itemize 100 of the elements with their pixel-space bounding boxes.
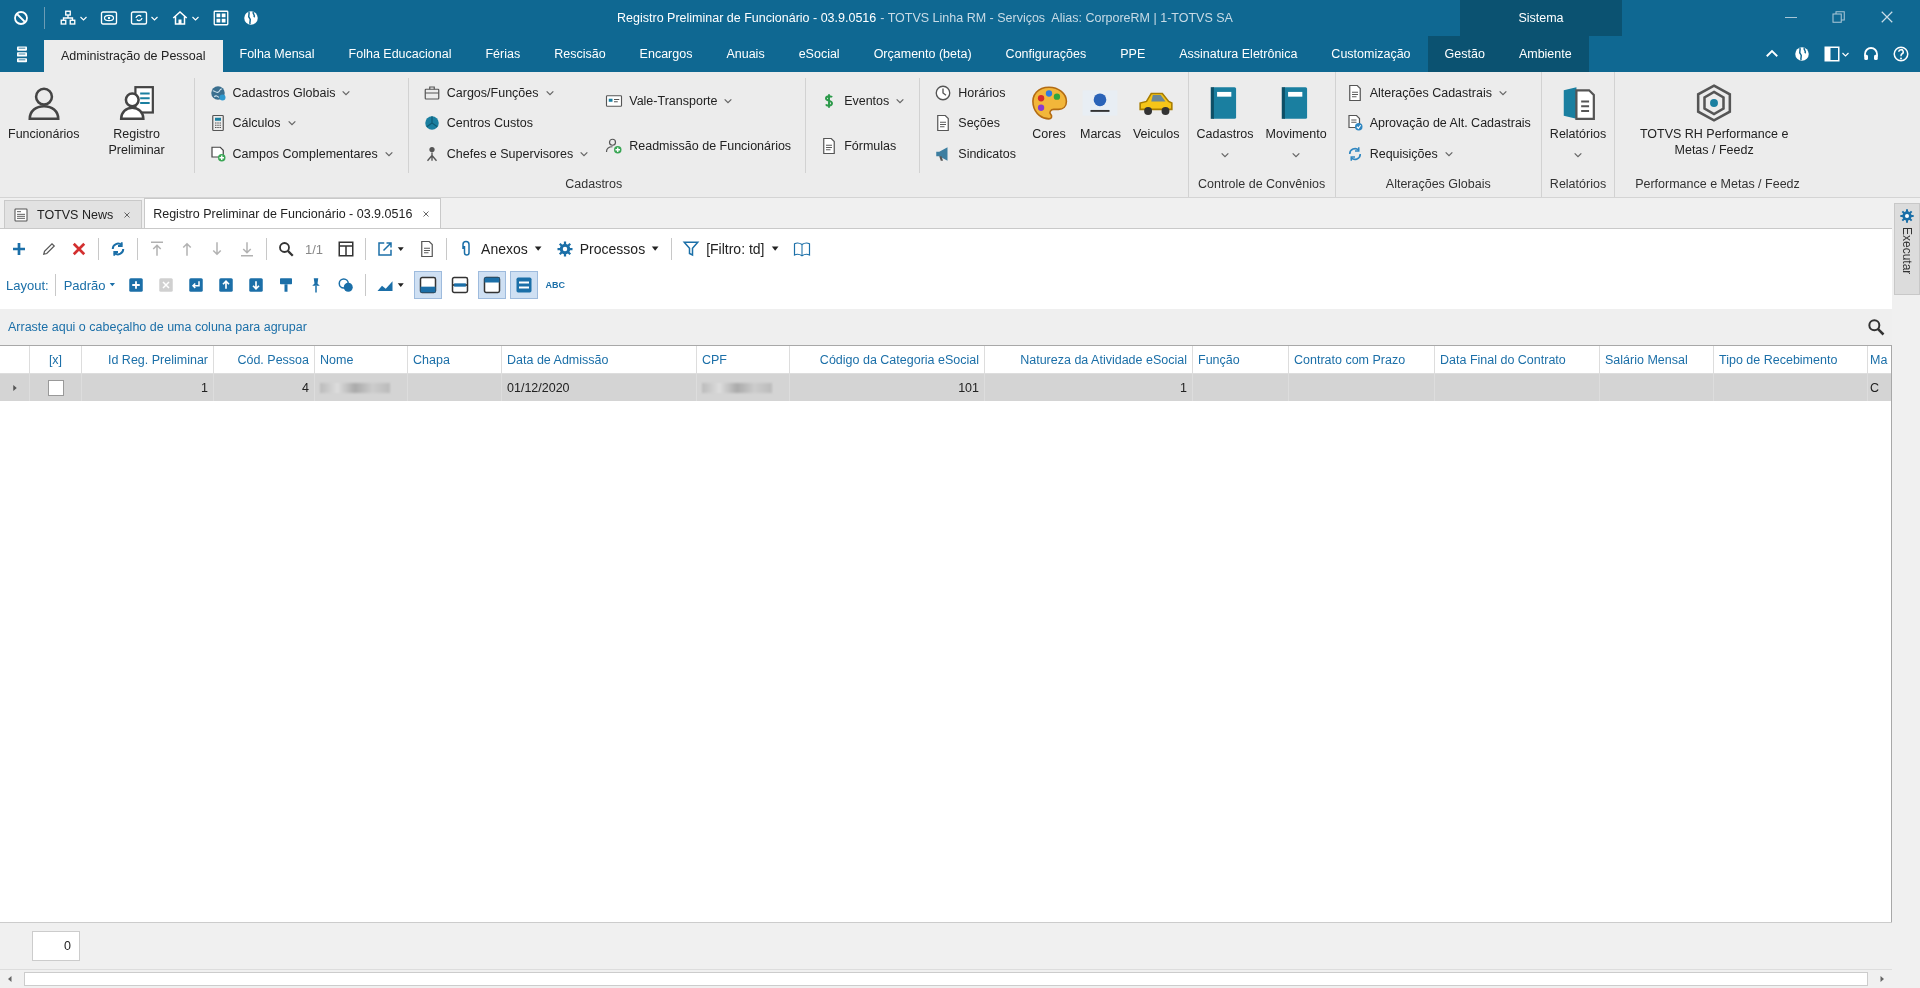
layout-top-button[interactable] bbox=[477, 271, 506, 299]
minimize-icon bbox=[1782, 15, 1800, 19]
ribbon-button[interactable]: Alterações Cadastrais bbox=[1343, 82, 1533, 105]
toolbar-menu-button[interactable]: [Filtro: td] bbox=[678, 237, 785, 261]
panel-button[interactable] bbox=[1823, 45, 1850, 63]
record-count: 0 bbox=[32, 931, 80, 961]
tab-label: Registro Preliminar de Funcionário - 03.9.0516 bbox=[153, 206, 413, 221]
menu-tab[interactable]: PPE bbox=[1103, 36, 1163, 72]
ribbon-button[interactable]: Cadastros Globais bbox=[206, 82, 396, 105]
support-button[interactable] bbox=[1862, 45, 1880, 63]
menu-tab[interactable]: Ambiente bbox=[1501, 36, 1589, 72]
document-tab[interactable]: TOTVS News bbox=[4, 200, 143, 228]
menu-tab[interactable]: Folha Educacional bbox=[331, 36, 469, 72]
ribbon-button[interactable]: Eventos bbox=[818, 89, 908, 112]
ribbon-button[interactable]: Cálculos bbox=[206, 112, 396, 135]
circle-slash-icon bbox=[12, 9, 30, 27]
news-icon bbox=[13, 206, 29, 223]
ribbon-button[interactable]: Fórmulas bbox=[818, 135, 908, 158]
menu-tab[interactable]: Orçamento (beta) bbox=[856, 36, 989, 72]
scrollbar-thumb[interactable] bbox=[24, 972, 1868, 986]
toolbar-menu-button[interactable]: Processos bbox=[551, 237, 666, 261]
ribbon-button[interactable]: Seções bbox=[932, 112, 1018, 135]
side-panel-tab[interactable]: Executar bbox=[1894, 203, 1920, 295]
menu-tab[interactable]: Férias bbox=[468, 36, 538, 72]
book-icon bbox=[792, 240, 811, 258]
grid-window-icon bbox=[212, 9, 230, 27]
ribbon-button[interactable]: Chefes e Supervisores bbox=[420, 142, 592, 165]
text-style-button[interactable]: ABC bbox=[541, 276, 570, 294]
column-header[interactable]: Nome bbox=[315, 346, 408, 373]
menu-tab[interactable]: Administração de Pessoal bbox=[44, 40, 223, 72]
menu-tab[interactable]: Gestão bbox=[1427, 36, 1502, 72]
menu-tab[interactable]: eSocial bbox=[781, 36, 857, 72]
refresh-icon bbox=[109, 240, 127, 258]
ribbon-button[interactable]: Requisições bbox=[1343, 142, 1533, 165]
column-header[interactable]: Chapa bbox=[408, 346, 502, 373]
add-box-icon bbox=[126, 276, 145, 294]
menu-tab[interactable]: Folha Mensal bbox=[222, 36, 332, 72]
column-header[interactable]: Função bbox=[1193, 346, 1289, 373]
search-icon bbox=[277, 240, 295, 258]
menu-tab[interactable]: Assinatura Eletrônica bbox=[1162, 36, 1315, 72]
column-header[interactable]: Contrato com Prazo bbox=[1289, 346, 1435, 373]
column-header[interactable]: [x] bbox=[30, 346, 82, 373]
redacted-text bbox=[320, 382, 390, 393]
person-plus-icon bbox=[605, 137, 624, 156]
layout-rows-icon bbox=[449, 275, 470, 295]
search-button[interactable] bbox=[1866, 317, 1886, 337]
help-button[interactable] bbox=[1892, 45, 1910, 63]
layout-top-icon bbox=[481, 275, 502, 295]
menu-tab[interactable]: Configurações bbox=[988, 36, 1104, 72]
ribbon-button[interactable]: Cores bbox=[1026, 78, 1072, 173]
column-header[interactable]: Data Final do Contrato bbox=[1435, 346, 1600, 373]
ribbon-button[interactable]: Cadastros bbox=[1192, 78, 1258, 173]
column-header[interactable]: Ma bbox=[1868, 346, 1891, 373]
panel-icon bbox=[1823, 45, 1841, 63]
ribbon-button[interactable]: Marcas bbox=[1076, 78, 1125, 173]
headset-icon bbox=[1862, 45, 1880, 63]
globe-icon bbox=[1793, 45, 1811, 63]
ribbon-button[interactable]: TOTVS RH Performance e Metas / Feedz bbox=[1635, 78, 1794, 173]
column-header[interactable]: Natureza da Atividade eSocial bbox=[985, 346, 1193, 373]
menu-tab[interactable]: Anuais bbox=[709, 36, 782, 72]
column-header[interactable]: Id Reg. Preliminar bbox=[82, 346, 214, 373]
globe-icon bbox=[208, 84, 227, 103]
table-row[interactable]: 1 4 01/12/2020 101 1 C bbox=[0, 374, 1891, 401]
document-tab[interactable]: Registro Preliminar de Funcionário - 03.9.0516 bbox=[144, 198, 442, 228]
table-cell-text: C bbox=[1869, 379, 1881, 397]
ribbon-button[interactable]: Centros Custos bbox=[420, 112, 592, 135]
group-by-hint: Arraste aqui o cabeçalho de uma coluna para agrupar bbox=[8, 320, 307, 334]
column-header[interactable]: Tipo de Recebimento bbox=[1714, 346, 1868, 373]
ribbon-button[interactable]: Funcionários bbox=[4, 78, 84, 173]
column-header[interactable]: Cód. Pessoa bbox=[214, 346, 315, 373]
ribbon-button[interactable]: Vale-Transporte bbox=[603, 89, 794, 112]
column-header[interactable]: Código da Categoria eSocial bbox=[790, 346, 985, 373]
ribbon-button[interactable]: Relatórios bbox=[1545, 78, 1611, 173]
row-checkbox[interactable] bbox=[47, 379, 64, 396]
home-icon bbox=[171, 9, 189, 27]
layout-stripes-button[interactable] bbox=[509, 271, 538, 299]
column-header[interactable]: Salário Mensal bbox=[1600, 346, 1714, 373]
toolbar-menu-button[interactable]: Anexos bbox=[453, 237, 548, 261]
column-header[interactable]: CPF bbox=[697, 346, 790, 373]
ribbon-button[interactable]: Horários bbox=[932, 82, 1018, 105]
menu-tab[interactable]: Customização bbox=[1314, 36, 1428, 72]
ribbon-button[interactable]: Readmissão de Funcionários bbox=[603, 135, 794, 158]
columns-icon bbox=[337, 240, 356, 258]
ribbon-button[interactable]: Veiculos bbox=[1128, 78, 1184, 173]
caret-icon bbox=[396, 280, 406, 290]
layout-bottom-button[interactable] bbox=[413, 271, 442, 299]
ribbon-button[interactable]: Cargos/Funções bbox=[420, 82, 592, 105]
tab-label: TOTVS News bbox=[37, 207, 114, 222]
layout-dropdown[interactable]: Padrão bbox=[61, 275, 119, 295]
ribbon-button[interactable]: Aprovação de Alt. Cadastrais bbox=[1343, 112, 1533, 135]
ribbon-button[interactable]: Movimento bbox=[1261, 78, 1331, 173]
ribbon-button[interactable]: Campos Complementares bbox=[206, 142, 396, 165]
column-header[interactable]: Data de Admissão bbox=[502, 346, 697, 373]
menu-tab[interactable]: Encargos bbox=[622, 36, 710, 72]
table-cell: 101 bbox=[790, 374, 985, 401]
arrow-top-icon bbox=[148, 240, 166, 258]
globe-button[interactable] bbox=[1793, 45, 1811, 63]
menu-tab[interactable]: Rescisão bbox=[537, 36, 623, 72]
ribbon-button[interactable]: Sindicatos bbox=[932, 142, 1018, 165]
ribbon-button[interactable]: Registro Preliminar bbox=[87, 78, 186, 173]
